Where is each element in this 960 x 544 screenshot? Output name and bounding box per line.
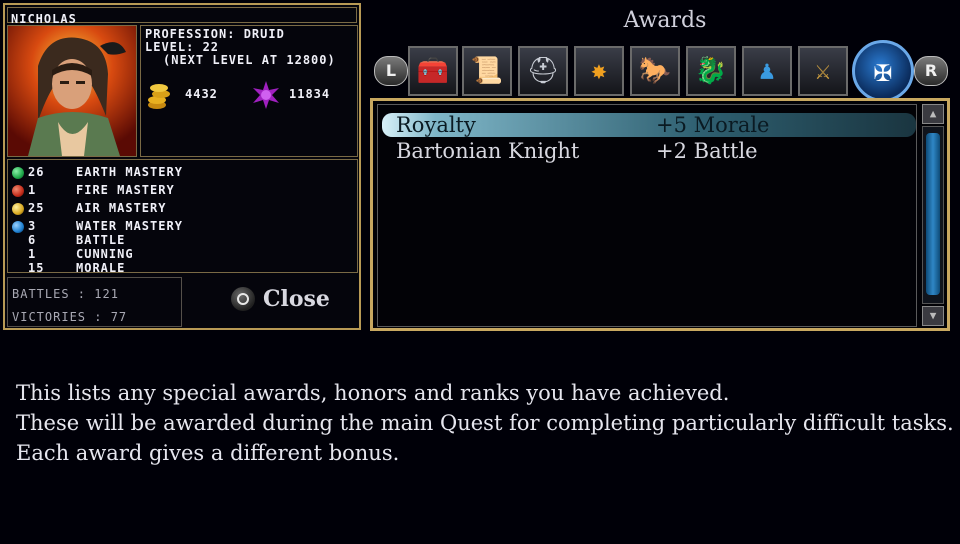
scroll-up-button[interactable]: ▲: [922, 104, 944, 124]
character-name-bar: NICHOLAS: [7, 7, 357, 26]
tab-treasure[interactable]: 🧰: [408, 46, 458, 96]
tab-awards-active[interactable]: ✠: [852, 40, 914, 102]
character-portrait: [7, 25, 137, 157]
tab-pawn[interactable]: ♟: [742, 46, 792, 96]
description-line: These will be awarded during the main Qu…: [16, 411, 954, 435]
next-tab-button[interactable]: R: [914, 56, 948, 86]
help-description: This lists any special awards, honors an…: [16, 378, 954, 468]
scroll-thumb[interactable]: [926, 133, 940, 295]
close-ring-icon: [231, 287, 255, 311]
previous-tab-button[interactable]: L: [374, 56, 408, 86]
fire-orb-icon: [12, 185, 24, 197]
mana-amount: 11834: [289, 87, 331, 101]
tab-horse-rider[interactable]: 🐎: [630, 46, 680, 96]
character-info-box: PROFESSION: DRUID LEVEL: 22 (NEXT LEVEL …: [140, 25, 358, 157]
stats-box: 26 EARTH MASTERY 1 FIRE MASTERY 25 AIR M…: [7, 159, 358, 275]
tab-sun[interactable]: ✸: [574, 46, 624, 96]
awards-list: Royalty +5 Morale Bartonian Knight +2 Ba…: [377, 104, 917, 327]
victories-count: VICTORIES : 77: [12, 310, 128, 324]
tab-dragon-shield[interactable]: 🐉: [686, 46, 736, 96]
close-button[interactable]: Close: [227, 285, 337, 315]
award-name: Royalty: [396, 113, 476, 137]
stat-value: 15: [28, 261, 45, 275]
air-orb-icon: [12, 203, 24, 215]
battles-count: BATTLES : 121: [12, 287, 119, 301]
maltese-cross-icon: ✠: [873, 53, 893, 89]
stat-label: FIRE MASTERY: [76, 183, 175, 197]
character-name: NICHOLAS: [11, 12, 77, 26]
awards-scrollbar[interactable]: ▲ ▼: [922, 104, 944, 328]
dragon-shield-icon: 🐉: [694, 56, 728, 86]
resources-row: 4432 11834: [147, 80, 357, 110]
award-tab-bar: L 🧰 📜 ⛑ ✸ 🐎 🐉 ♟ ⚔ ✠ R: [372, 40, 948, 102]
earth-orb-icon: [12, 167, 24, 179]
scroll-down-button[interactable]: ▼: [922, 306, 944, 326]
horse-rider-icon: 🐎: [638, 56, 672, 86]
pawn-icon: ♟: [759, 56, 775, 86]
sun-burst-icon: ✸: [591, 56, 607, 86]
stat-value: 25: [28, 201, 45, 215]
tab-flail[interactable]: ⚔: [798, 46, 848, 96]
treasure-chest-icon: 🧰: [416, 56, 450, 86]
stat-label: AIR MASTERY: [76, 201, 167, 215]
next-level-text: (NEXT LEVEL AT 12800): [163, 53, 336, 67]
awards-list-panel: Royalty +5 Morale Bartonian Knight +2 Ba…: [370, 98, 950, 331]
award-bonus: +5 Morale: [656, 113, 770, 137]
stat-value: 1: [28, 183, 37, 197]
stat-fire-mastery: 1 FIRE MASTERY: [10, 182, 350, 200]
award-name: Bartonian Knight: [396, 139, 580, 163]
close-label: Close: [263, 286, 330, 312]
flail-icon: ⚔: [815, 56, 831, 86]
tab-scroll[interactable]: 📜: [462, 46, 512, 96]
stat-air-mastery: 25 AIR MASTERY: [10, 200, 350, 218]
awards-title: Awards: [623, 8, 707, 33]
scroll-track[interactable]: [922, 126, 944, 304]
description-line: This lists any special awards, honors an…: [16, 381, 730, 405]
stat-earth-mastery: 26 EARTH MASTERY: [10, 164, 350, 182]
mana-crystal-icon: [251, 80, 281, 110]
award-row-bartonian-knight[interactable]: Bartonian Knight +2 Battle: [382, 139, 916, 163]
character-panel: NICHOLAS PROFESSION: DRUID LEVEL: 22 (NE…: [3, 3, 361, 330]
gold-amount: 4432: [185, 87, 218, 101]
tab-helmet[interactable]: ⛑: [518, 46, 568, 96]
award-bonus: +2 Battle: [656, 139, 758, 163]
gold-coins-icon: [147, 80, 177, 110]
description-line: Each award gives a different bonus.: [16, 441, 400, 465]
helmet-icon: ⛑: [526, 56, 560, 86]
battle-record-box: BATTLES : 121 VICTORIES : 77: [7, 277, 182, 327]
stat-value: 26: [28, 165, 45, 179]
stat-label: MORALE: [76, 261, 126, 275]
award-row-royalty[interactable]: Royalty +5 Morale: [382, 113, 916, 137]
stat-label: EARTH MASTERY: [76, 165, 183, 179]
stat-morale: 15 MORALE: [10, 260, 350, 278]
scroll-icon: 📜: [470, 56, 504, 86]
